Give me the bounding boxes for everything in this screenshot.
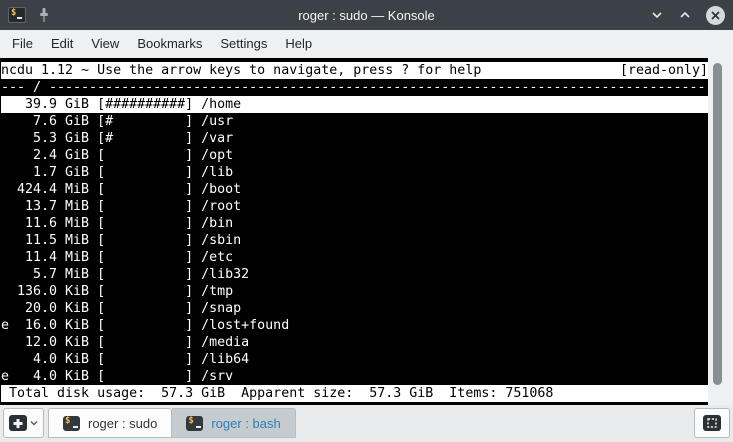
scrollbar-thumb[interactable] xyxy=(713,63,722,385)
window-title: roger : sudo — Konsole xyxy=(118,8,615,23)
ncdu-row: 13.7 MiB [ ] /root xyxy=(1,198,708,215)
ncdu-row: 39.9 GiB [##########] /home xyxy=(1,96,708,113)
terminal-tab-icon xyxy=(63,416,80,431)
menu-file[interactable]: File xyxy=(3,30,42,58)
ncdu-row: 12.0 KiB [ ] /media xyxy=(1,334,708,351)
scrollbar-track[interactable] xyxy=(708,58,733,405)
ncdu-row: 5.3 GiB [# ] /var xyxy=(1,130,708,147)
titlebar[interactable]: roger : sudo — Konsole xyxy=(0,0,733,30)
konsole-window: roger : sudo — Konsole File Edit View xyxy=(0,0,733,442)
ncdu-path-line: --- / ----------------------------------… xyxy=(1,79,708,96)
ncdu-row: 7.6 GiB [# ] /usr xyxy=(1,113,708,130)
terminal-tab-icon xyxy=(186,416,203,431)
detach-tab-icon xyxy=(703,415,721,431)
detach-tab-button[interactable] xyxy=(694,408,730,438)
tab-roger-sudo[interactable]: roger : sudo xyxy=(48,408,172,438)
menu-view[interactable]: View xyxy=(82,30,128,58)
tab-label: roger : sudo xyxy=(88,416,157,431)
maximize-button[interactable] xyxy=(678,8,692,22)
ncdu-row: 20.0 KiB [ ] /snap xyxy=(1,300,708,317)
new-tab-button[interactable] xyxy=(3,408,44,438)
tab-label: roger : bash xyxy=(211,416,280,431)
ncdu-header-text: ncdu 1.12 ~ Use the arrow keys to naviga… xyxy=(1,62,481,79)
ncdu-readonly-badge: [read-only] xyxy=(620,62,708,79)
new-tab-icon xyxy=(9,415,27,431)
close-icon xyxy=(710,10,721,21)
ncdu-row: 1.7 GiB [ ] /lib xyxy=(1,164,708,181)
ncdu-row: 11.4 MiB [ ] /etc xyxy=(1,249,708,266)
chevron-down-icon xyxy=(29,418,39,428)
konsole-app-icon xyxy=(8,7,26,23)
menu-edit[interactable]: Edit xyxy=(42,30,82,58)
chevron-down-icon xyxy=(650,8,664,22)
minimize-button[interactable] xyxy=(650,8,664,22)
ncdu-row: 136.0 KiB [ ] /tmp xyxy=(1,283,708,300)
ncdu-header-bar: ncdu 1.12 ~ Use the arrow keys to naviga… xyxy=(1,62,708,79)
pin-icon xyxy=(36,7,52,23)
tab-roger-bash[interactable]: roger : bash xyxy=(172,408,295,438)
close-button[interactable] xyxy=(706,6,725,25)
ncdu-row: 424.4 MiB [ ] /boot xyxy=(1,181,708,198)
menu-settings[interactable]: Settings xyxy=(211,30,276,58)
ncdu-row: 11.6 MiB [ ] /bin xyxy=(1,215,708,232)
ncdu-footer-bar: Total disk usage: 57.3 GiB Apparent size… xyxy=(1,385,708,402)
menubar: File Edit View Bookmarks Settings Help xyxy=(0,30,733,58)
ncdu-row: e 4.0 KiB [ ] /srv xyxy=(1,368,708,385)
menu-bookmarks[interactable]: Bookmarks xyxy=(128,30,211,58)
terminal-area: ncdu 1.12 ~ Use the arrow keys to naviga… xyxy=(0,58,733,405)
chevron-up-icon xyxy=(678,8,692,22)
ncdu-row: 11.5 MiB [ ] /sbin xyxy=(1,232,708,249)
ncdu-row: 4.0 KiB [ ] /lib64 xyxy=(1,351,708,368)
tab-bar: roger : sudo roger : bash xyxy=(0,405,733,442)
terminal-screen[interactable]: ncdu 1.12 ~ Use the arrow keys to naviga… xyxy=(0,58,708,405)
ncdu-row: e 16.0 KiB [ ] /lost+found xyxy=(1,317,708,334)
ncdu-row: 2.4 GiB [ ] /opt xyxy=(1,147,708,164)
menu-help[interactable]: Help xyxy=(276,30,321,58)
ncdu-row: 5.7 MiB [ ] /lib32 xyxy=(1,266,708,283)
